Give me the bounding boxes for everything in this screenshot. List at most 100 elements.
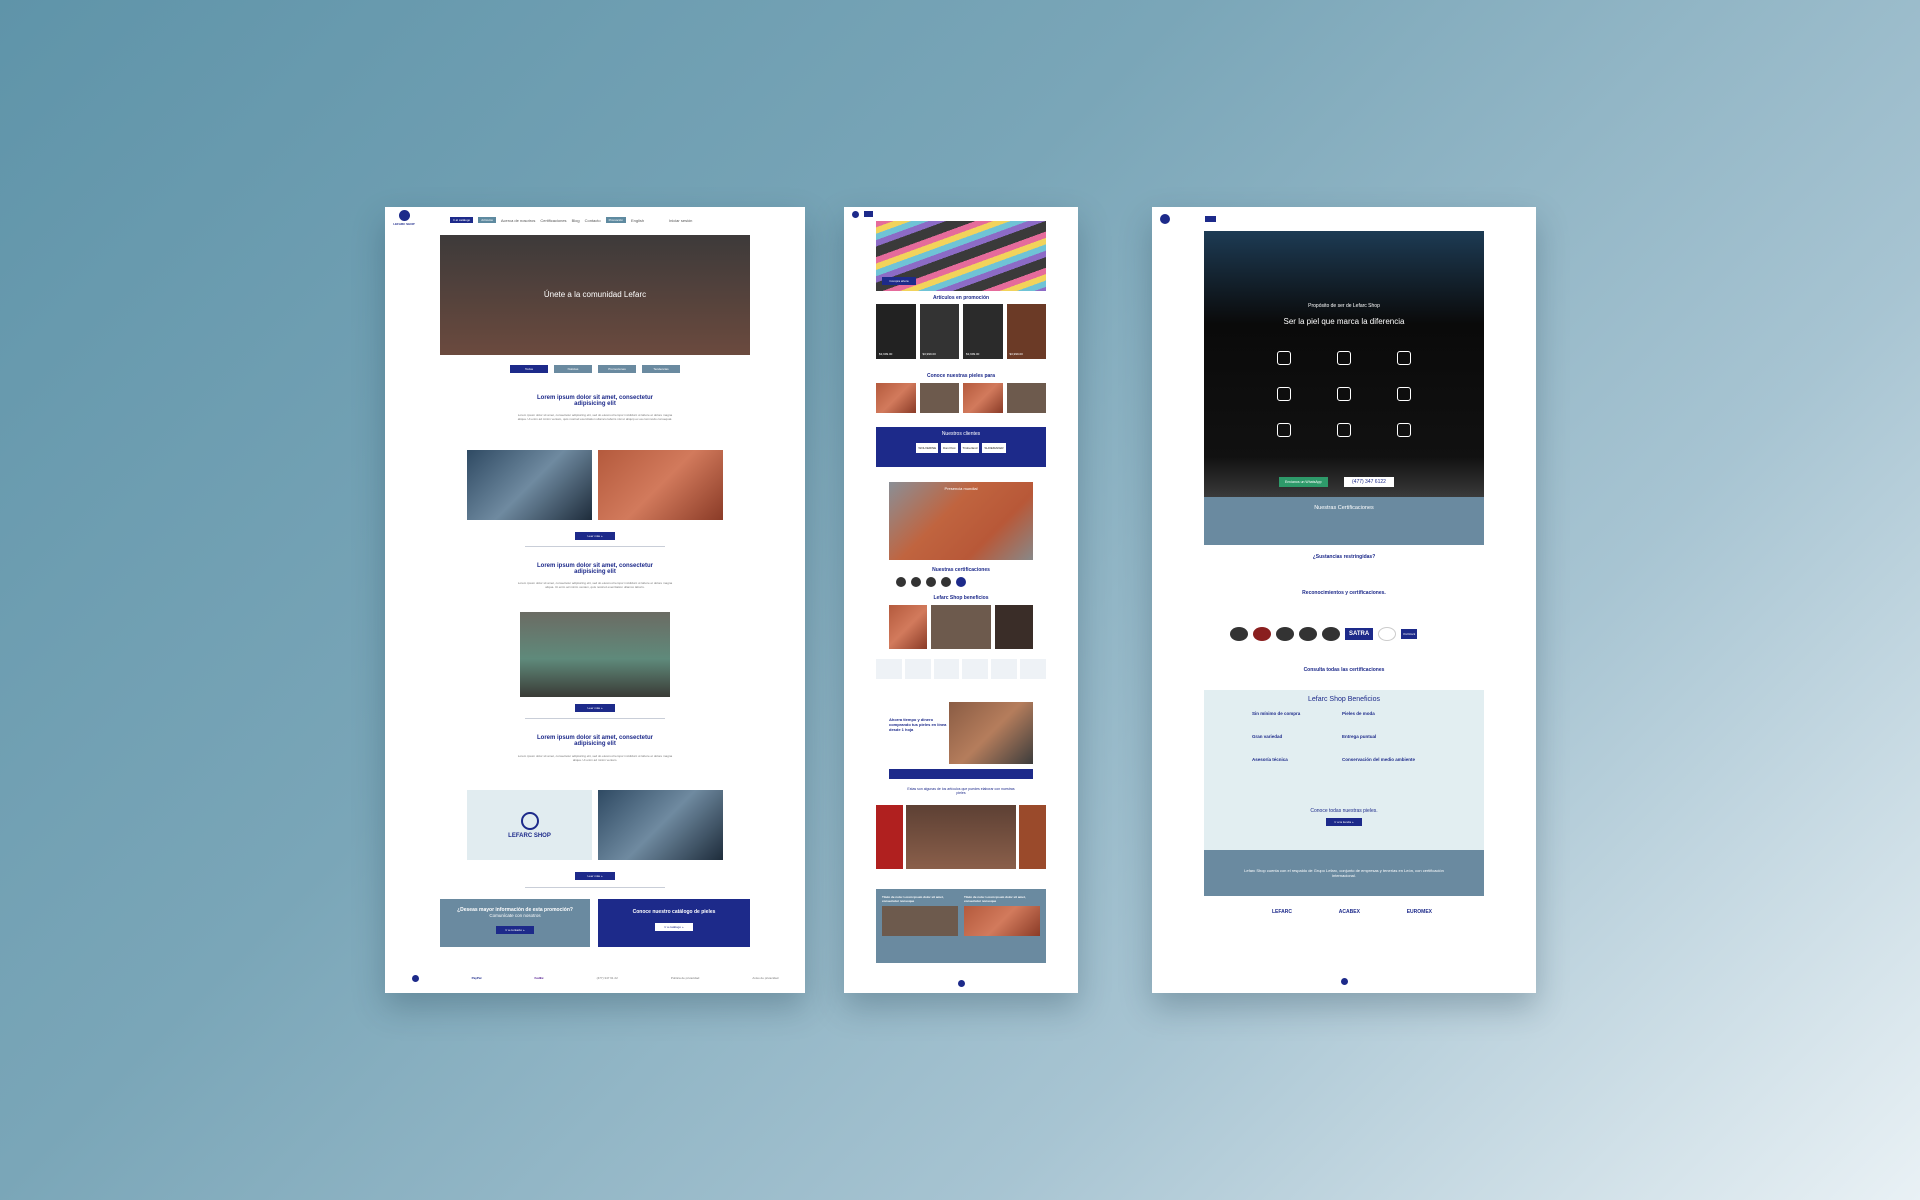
store-button[interactable]: Ir a la tienda » <box>1326 818 1362 826</box>
page-mockup-right: Propósito de ser de Lefarc Shop Ser la p… <box>1152 207 1536 993</box>
skins-row <box>876 383 1046 413</box>
blog-card-photo <box>882 906 958 936</box>
factory-icon <box>1397 387 1411 401</box>
company-name: ACABEX <box>1338 909 1360 915</box>
footer <box>1152 969 1536 993</box>
tab-all[interactable]: Todos <box>510 365 548 373</box>
product-card[interactable]: $3,999.00 <box>1006 304 1046 359</box>
cert-icon <box>941 577 951 587</box>
certifications-band: Nuestras Certificaciones <box>1204 497 1484 545</box>
divider <box>525 718 665 719</box>
gallery-photo <box>1018 805 1046 869</box>
benefit-photo <box>889 605 927 649</box>
nav-pill[interactable] <box>864 211 874 217</box>
cert-logos: SATRA Kid Rock <box>1230 627 1418 641</box>
read-more-button[interactable]: Leer más » <box>575 704 615 712</box>
benefits-title: Lefarc Shop Beneficios <box>1308 696 1380 703</box>
whatsapp-button[interactable]: Envíanos un WhatsApp <box>1279 477 1328 487</box>
section-title: Artículos en promoción <box>932 295 990 301</box>
blog-card[interactable]: Título de nota: Lorem ipsum dolor sit am… <box>964 895 1040 957</box>
paypal-section-title: Ahorra tiempo y dinero comprando tus pie… <box>889 717 947 732</box>
nav-bar <box>1152 207 1536 231</box>
post-image <box>520 612 670 697</box>
tab-news[interactable]: Noticias <box>554 365 592 373</box>
company-name: EUROMEX <box>1406 909 1432 915</box>
buy-now-button[interactable]: Compra ahora <box>882 277 916 285</box>
read-more-button[interactable]: Leer más » <box>575 872 615 880</box>
paypal-logo: PayPal <box>471 976 482 980</box>
brand-name: LEFARC SHOP <box>508 832 551 839</box>
terms-link[interactable]: Aviso de privacidad <box>752 976 778 980</box>
catalog-button[interactable]: Ir al catálogo <box>450 217 474 223</box>
cert-icon <box>896 577 906 587</box>
cube-icon <box>1397 423 1411 437</box>
benefit-item: Pieles de moda <box>1342 711 1375 716</box>
read-more-button[interactable]: Leer más » <box>575 532 615 540</box>
section-title: Nuestras certificaciones <box>932 567 990 573</box>
footer: PayPal FedEx (477) 347 61 22 Política de… <box>385 963 805 993</box>
phone-button[interactable]: (477) 347 6122 <box>1344 477 1394 487</box>
page-mockup-middle: Compra ahora Artículos en promoción $3,9… <box>844 207 1078 993</box>
nav-link[interactable]: Blog <box>572 218 580 223</box>
lang-link[interactable]: English <box>631 218 644 223</box>
product-grid: $3,999.00 $3,999.00 $3,999.00 $3,999.00 <box>876 304 1046 359</box>
section-title: Conoce nuestras pieles para <box>926 373 996 379</box>
benefit-item: Conservación del medio ambiente <box>1342 757 1416 762</box>
blog-card-title: Título de nota: Lorem ipsum dolor sit am… <box>882 895 944 903</box>
skin-category[interactable] <box>963 383 1003 413</box>
divider <box>525 546 665 547</box>
hero-banner: Únete a la comunidad Lefarc <box>440 235 750 355</box>
post-image <box>598 450 723 520</box>
client-logo: WOLVERINE <box>916 443 939 453</box>
experience-title: Estas son algunas de los artículos que p… <box>907 787 1015 795</box>
group-band: Lefarc Shop cuenta con el respaldo de Gr… <box>1204 850 1484 896</box>
product-card[interactable]: $3,999.00 <box>919 304 959 359</box>
recycle-icon <box>1277 351 1291 365</box>
blog-card-photo <box>964 906 1040 936</box>
benefit-item: Asesoría técnica <box>1252 757 1288 762</box>
nav-active[interactable]: Artículos <box>478 217 496 223</box>
post-body: Lorem ipsum dolor sit amet, consectetur … <box>517 413 673 421</box>
blog-card[interactable]: Título de nota: Lorem ipsum dolor sit am… <box>882 895 958 957</box>
see-all-certs-link[interactable]: Consulta todas las certificaciones <box>1152 667 1536 673</box>
cert-icon <box>1276 627 1294 641</box>
product-card[interactable]: $3,999.00 <box>876 304 916 359</box>
certs-row <box>896 577 966 587</box>
tab-promos[interactable]: Promociones <box>598 365 636 373</box>
skins-cta: Conoce todas nuestras pieles. <box>1310 808 1378 814</box>
nav-link[interactable]: Contacto <box>585 218 601 223</box>
client-logo: Dan Post <box>941 443 958 453</box>
skin-category[interactable] <box>876 383 916 413</box>
globe-icon <box>1337 351 1351 365</box>
privacy-link[interactable]: Política de privacidad <box>671 976 700 980</box>
promo-tab[interactable]: Promoción <box>605 217 626 223</box>
map-title: Presencia mundial <box>944 486 978 491</box>
client-logo: Timberland <box>960 443 980 453</box>
footer-logo-icon <box>957 979 965 987</box>
lefarc-logo[interactable]: LEFARC SHOP <box>393 210 415 230</box>
nav-pill[interactable] <box>1205 216 1217 222</box>
post-body: Lorem ipsum dolor sit amet, consectetur … <box>517 754 673 762</box>
skin-category[interactable] <box>1006 383 1046 413</box>
benefit-icon <box>1020 659 1046 679</box>
skin-category[interactable] <box>919 383 959 413</box>
account-link[interactable]: Iniciar sesión <box>669 218 692 223</box>
brand-tile: LEFARC SHOP <box>467 790 592 860</box>
catalog-box-button[interactable]: Ir a catálogo » <box>655 923 693 931</box>
post-image <box>467 450 592 520</box>
nav-link[interactable]: Certificaciones <box>540 218 566 223</box>
nav-link[interactable]: Acerca de nosotros <box>501 218 535 223</box>
section-title: Lefarc Shop beneficios <box>933 595 989 601</box>
paypal-banner <box>889 769 1033 779</box>
furniture-gallery <box>876 805 1046 869</box>
product-card[interactable]: $3,999.00 <box>963 304 1003 359</box>
product-price: $3,999.00 <box>922 352 936 356</box>
nav-bar: LEFARC SHOP Ir al catálogo Artículos Ace… <box>385 207 805 233</box>
contact-button[interactable]: Ir a contacto » <box>496 926 534 934</box>
benefit-icons <box>876 659 1046 679</box>
cert-icon <box>1299 627 1317 641</box>
tab-trends[interactable]: Tendencias <box>642 365 680 373</box>
benefit-icon <box>904 659 931 679</box>
benefit-icon <box>876 659 902 679</box>
people-icon <box>1337 423 1351 437</box>
